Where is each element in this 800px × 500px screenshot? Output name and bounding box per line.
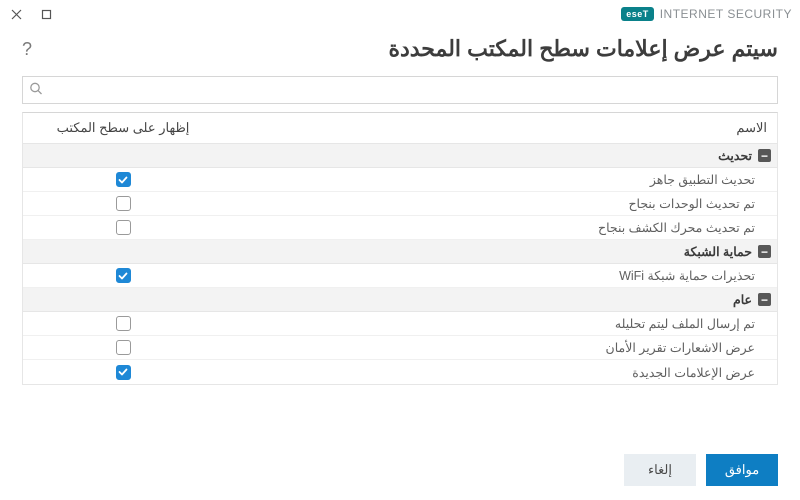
column-name: الاسم [223, 113, 777, 143]
checkbox[interactable] [116, 316, 131, 331]
search-input[interactable] [22, 76, 778, 104]
checkbox[interactable] [116, 268, 131, 283]
table-header: الاسم إظهار على سطح المكتب [23, 113, 777, 144]
item-label: عرض الاشعارات تقرير الأمان [223, 338, 777, 357]
group-label: حماية الشبكة [684, 244, 752, 259]
group-row[interactable]: −حماية الشبكة [23, 240, 777, 264]
collapse-icon[interactable]: − [758, 293, 771, 306]
help-icon[interactable]: ? [22, 39, 32, 60]
item-check-cell [23, 220, 223, 235]
item-label: تحذيرات حماية شبكة WiFi [223, 266, 777, 285]
ok-button[interactable]: موافق [706, 454, 778, 486]
brand-product: INTERNET SECURITY [660, 7, 792, 21]
collapse-icon[interactable]: − [758, 149, 771, 162]
item-label: تم تحديث الوحدات بنجاح [223, 194, 777, 213]
item-check-cell [23, 268, 223, 283]
maximize-icon[interactable] [38, 6, 54, 22]
checkbox[interactable] [116, 196, 131, 211]
table-row: تم إرسال الملف ليتم تحليله [23, 312, 777, 336]
item-label: تم إرسال الملف ليتم تحليله [223, 314, 777, 333]
settings-table: الاسم إظهار على سطح المكتب −تحديثتحديث ا… [22, 112, 778, 385]
item-label: تم تحديث محرك الكشف بنجاح [223, 218, 777, 237]
item-check-cell [23, 172, 223, 187]
brand-logo: eseT [621, 7, 654, 21]
group-label: عام [733, 292, 752, 307]
checkbox[interactable] [116, 365, 131, 380]
table-row: عرض الاشعارات تقرير الأمان [23, 336, 777, 360]
table-row: عرض الإعلامات الجديدة [23, 360, 777, 384]
page-title: سيتم عرض إعلامات سطح المكتب المحددة [388, 36, 778, 62]
checkbox[interactable] [116, 172, 131, 187]
item-check-cell [23, 316, 223, 331]
collapse-icon[interactable]: − [758, 245, 771, 258]
table-row: تحذيرات حماية شبكة WiFi [23, 264, 777, 288]
checkbox[interactable] [116, 220, 131, 235]
close-icon[interactable] [8, 6, 24, 22]
title-bar: eseT INTERNET SECURITY [0, 0, 800, 28]
search-wrap [22, 76, 778, 104]
cancel-button[interactable]: إلغاء [624, 454, 696, 486]
checkbox[interactable] [116, 340, 131, 355]
column-show: إظهار على سطح المكتب [23, 113, 223, 143]
dialog-footer: موافق إلغاء [624, 454, 778, 486]
item-label: عرض الإعلامات الجديدة [223, 363, 777, 382]
group-row[interactable]: −تحديث [23, 144, 777, 168]
window-controls [8, 6, 54, 22]
brand: eseT INTERNET SECURITY [621, 7, 792, 21]
group-row[interactable]: −عام [23, 288, 777, 312]
item-check-cell [23, 365, 223, 380]
table-row: تحديث التطبيق جاهز [23, 168, 777, 192]
table-row: تم تحديث الوحدات بنجاح [23, 192, 777, 216]
item-label: تحديث التطبيق جاهز [223, 170, 777, 189]
table-row: تم تحديث محرك الكشف بنجاح [23, 216, 777, 240]
item-check-cell [23, 340, 223, 355]
group-label: تحديث [718, 148, 752, 163]
item-check-cell [23, 196, 223, 211]
